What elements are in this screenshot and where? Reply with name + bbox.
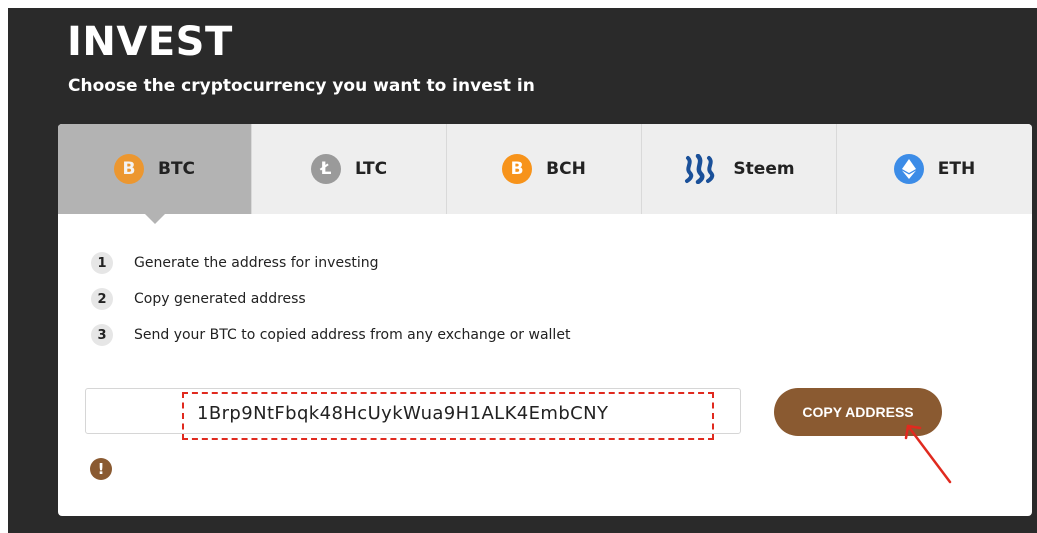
- bitcoin-cash-icon: B: [502, 154, 533, 184]
- invest-card: B BTC Ł LTC B BCH Steem ETH 1 Generate t…: [58, 124, 1032, 516]
- exclamation-icon[interactable]: !: [90, 458, 112, 480]
- tab-bch[interactable]: B BCH: [447, 124, 642, 214]
- ethereum-icon: [893, 154, 924, 184]
- page-title: INVEST: [67, 19, 233, 65]
- tab-btc[interactable]: B BTC: [58, 124, 252, 224]
- arrow-annotation-icon: [904, 424, 952, 484]
- step-number: 1: [91, 252, 113, 274]
- step-number: 2: [91, 288, 113, 310]
- page-subtitle: Choose the cryptocurrency you want to in…: [68, 76, 535, 96]
- step-item: 1 Generate the address for investing: [91, 251, 570, 275]
- steem-icon: [683, 154, 719, 184]
- address-highlight-annotation: [182, 392, 714, 440]
- tab-label: ETH: [937, 159, 976, 179]
- tab-label: Steem: [733, 159, 795, 179]
- step-text: Copy generated address: [134, 291, 306, 307]
- step-text: Send your BTC to copied address from any…: [134, 327, 571, 343]
- tab-label: BTC: [157, 159, 196, 179]
- instruction-steps: 1 Generate the address for investing 2 C…: [91, 251, 570, 359]
- step-number: 3: [91, 324, 113, 346]
- step-item: 2 Copy generated address: [91, 287, 570, 311]
- step-text: Generate the address for investing: [134, 255, 379, 271]
- tab-eth[interactable]: ETH: [837, 124, 1032, 214]
- screenshot: INVEST Choose the cryptocurrency you wan…: [0, 0, 1037, 533]
- tab-label: LTC: [354, 159, 388, 179]
- tab-label: BCH: [546, 159, 586, 179]
- litecoin-icon: Ł: [310, 154, 341, 184]
- tab-steem[interactable]: Steem: [642, 124, 837, 214]
- currency-tabs: B BTC Ł LTC B BCH Steem ETH: [58, 124, 1032, 224]
- bitcoin-icon: B: [113, 154, 144, 184]
- step-item: 3 Send your BTC to copied address from a…: [91, 323, 570, 347]
- tab-ltc[interactable]: Ł LTC: [252, 124, 447, 214]
